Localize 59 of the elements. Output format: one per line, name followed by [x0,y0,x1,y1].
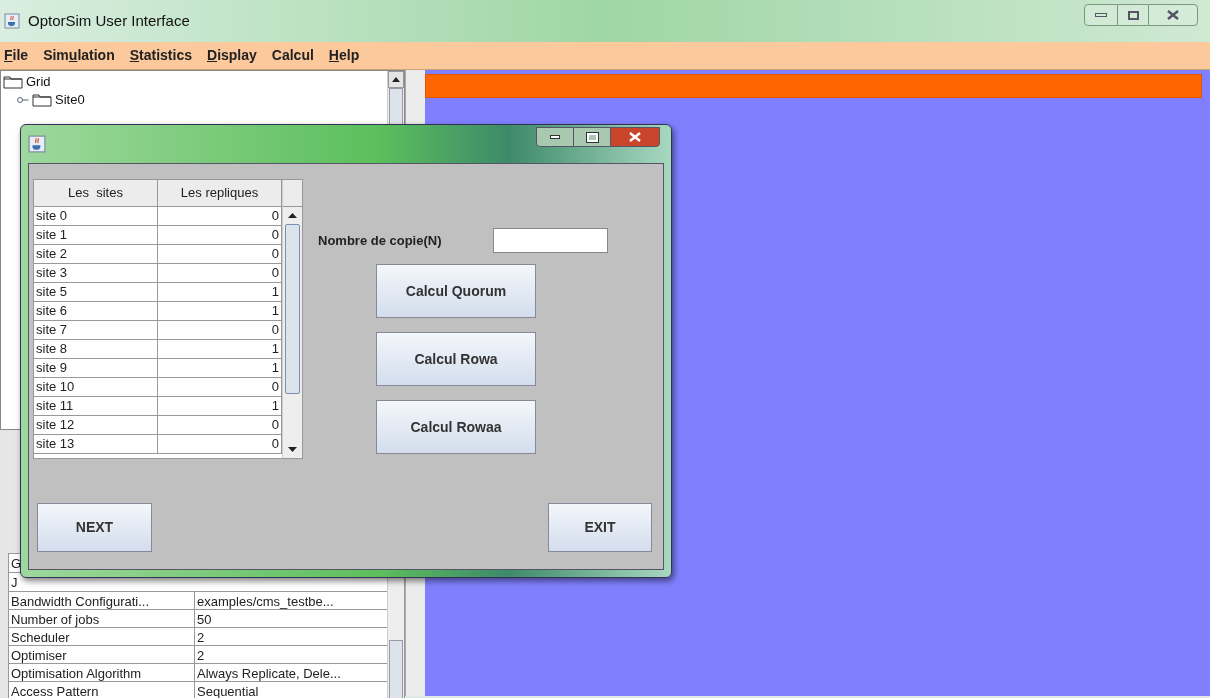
table-cell: Access Pattern [9,682,195,698]
table-cell: site 2 [34,245,158,263]
maximize-button[interactable] [574,127,610,147]
table-cell: site 6 [34,302,158,320]
menu-item[interactable]: Display [207,45,257,66]
table-cell-text: 2 [196,647,206,663]
menu-item[interactable]: Simulation [43,45,115,66]
table-cell: site 1 [34,226,158,244]
calculate-button[interactable]: Calcul Quorum [376,264,536,318]
menu-item[interactable]: Statistics [129,45,192,66]
table-cell: site 12 [34,416,158,434]
table-cell-text: G [10,555,22,572]
table-cell-text: Always Replicate, Dele... [196,665,342,681]
scroll-thumb[interactable] [389,640,403,698]
close-icon [1167,10,1179,20]
table-cell: site 9 [34,359,158,377]
tree-item[interactable]: Site0 [55,90,85,110]
table-cell-text: Sequential [196,683,260,698]
minimize-button[interactable] [1084,4,1118,26]
table-cell: Optimiser [9,646,195,663]
table-cell: site 13 [34,435,158,453]
table-cell: site 0 [34,207,158,225]
table-cell: site 7 [34,321,158,339]
minimize-button[interactable] [536,127,574,147]
table-cell: site 11 [34,397,158,415]
table-cell: Bandwidth Configurati... [9,592,195,609]
copies-input[interactable] [493,228,608,253]
table-cell: Scheduler [9,628,195,645]
table-cell: site 10 [34,378,158,396]
table-cell: site 5 [34,283,158,301]
close-icon [629,132,641,142]
calculate-button[interactable]: Calcul Rowa [376,332,536,386]
maximize-button[interactable] [1118,4,1148,26]
table-cell-text: J [10,574,18,591]
next-button[interactable]: NEXT [37,503,152,552]
table-cell: site 8 [34,340,158,358]
calculate-button[interactable]: Calcul Rowaa [376,400,536,454]
folder-icon [3,75,23,89]
table-cell: Optimisation Algorithm [9,664,195,681]
exit-button[interactable]: EXIT [548,503,652,552]
column-header[interactable]: Les sites [34,180,158,207]
copies-label: Nombre de copie(N) [318,232,442,250]
menu-item[interactable]: File [4,45,29,66]
collapsed-handle-icon[interactable] [17,96,29,104]
java-cup-icon [4,13,20,29]
table-cell: Number of jobs [9,610,195,627]
close-button[interactable] [610,127,660,147]
table-cell-text: 2 [196,629,206,645]
folder-icon [32,93,52,107]
java-cup-icon [28,135,46,153]
close-button[interactable] [1148,4,1198,26]
tree-item[interactable]: Grid [26,72,51,92]
window-title: OptorSim User Interface [28,10,190,31]
menu-item[interactable]: Calcul [271,45,314,66]
table-cell-text: 50 [196,611,213,627]
scroll-thumb[interactable] [285,224,300,394]
table-cell-text: examples/cms_testbe... [196,593,335,609]
table-cell: site 3 [34,264,158,282]
menu-item[interactable]: Help [328,45,360,66]
